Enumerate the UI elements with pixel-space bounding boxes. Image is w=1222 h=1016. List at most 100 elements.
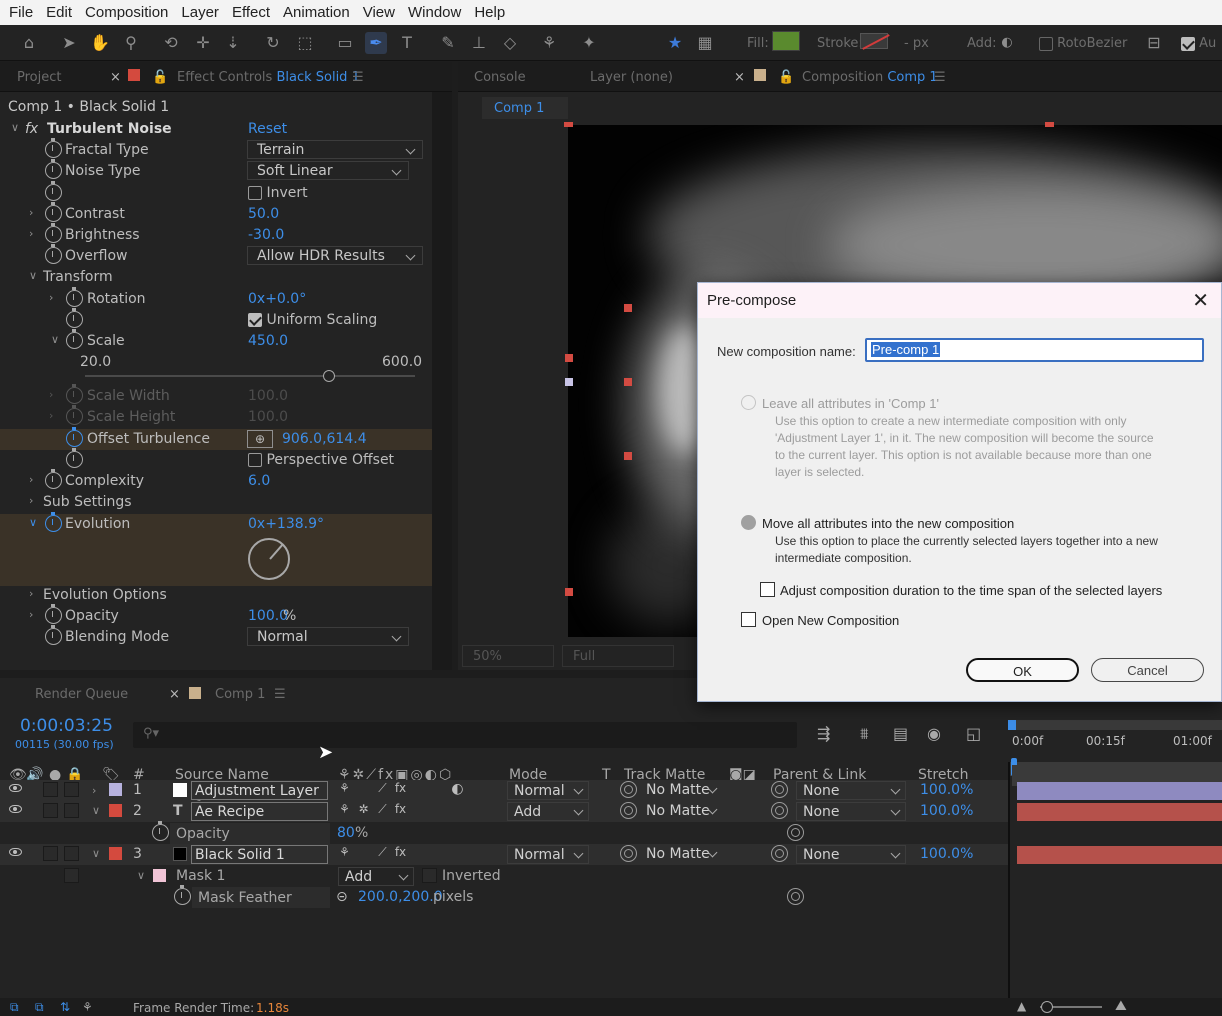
solo-box[interactable] — [43, 803, 58, 818]
hand-tool-icon[interactable]: ✋ — [89, 32, 111, 54]
mask-handle[interactable] — [624, 378, 632, 386]
tab-project[interactable]: Project — [17, 70, 61, 85]
scale-slider-track[interactable] — [85, 375, 415, 377]
zoom-slider-handle[interactable] — [1041, 1001, 1053, 1013]
lock-box[interactable] — [64, 803, 79, 818]
overflow-dropdown[interactable]: Allow HDR Results — [247, 246, 423, 265]
property-pickwhip-icon[interactable] — [787, 824, 804, 841]
eye-icon[interactable] — [9, 805, 22, 813]
pan-camera-icon[interactable]: ✛ — [192, 32, 214, 54]
frame-blending-icon[interactable]: ▤ — [893, 724, 908, 743]
puppet-pin-icon[interactable]: ✦ — [578, 32, 600, 54]
invert-checkbox[interactable]: Invert — [248, 185, 308, 201]
resolution-dropdown[interactable]: Full — [562, 645, 674, 667]
chevron-right-icon[interactable]: › — [49, 388, 53, 401]
chevron-down-icon[interactable]: ∨ — [29, 516, 37, 529]
stretch-value[interactable]: 100.0% — [920, 782, 973, 798]
opacity-prop-value[interactable]: 80 — [337, 825, 355, 841]
mask-handle[interactable] — [565, 588, 573, 596]
chevron-down-icon[interactable]: ∨ — [51, 333, 59, 346]
motion-blur-icon[interactable]: ◉ — [927, 724, 941, 743]
fx-icon[interactable]: fx — [25, 121, 38, 137]
chevron-down-icon[interactable]: ∨ — [11, 121, 19, 134]
link-icon[interactable]: ⊝ — [336, 889, 348, 905]
stopwatch-icon[interactable] — [66, 329, 83, 349]
mask-lock-box[interactable] — [64, 868, 79, 883]
chevron-down-icon[interactable]: ∨ — [92, 847, 100, 860]
layer-label-color[interactable] — [109, 783, 122, 796]
move-attributes-label[interactable]: Move all attributes into the new composi… — [762, 516, 1014, 531]
complexity-value[interactable]: 6.0 — [248, 473, 270, 489]
scale-slider-handle[interactable] — [323, 370, 336, 382]
rotobezier-checkbox[interactable]: RotoBezier — [1039, 36, 1127, 51]
adjust-duration-label[interactable]: Adjust composition duration to the time … — [780, 583, 1162, 598]
parent-dropdown[interactable]: None — [796, 781, 906, 800]
tab-comp-1[interactable]: Comp 1 — [215, 687, 265, 702]
work-area-bar[interactable] — [1010, 720, 1222, 730]
stopwatch-icon[interactable] — [45, 138, 62, 158]
chevron-right-icon[interactable]: › — [29, 227, 33, 240]
pickwhip-icon[interactable] — [620, 845, 637, 862]
chevron-right-icon[interactable]: › — [92, 784, 96, 797]
chevron-right-icon[interactable]: › — [29, 473, 33, 486]
lock-box[interactable] — [64, 846, 79, 861]
scrollbar[interactable] — [432, 92, 452, 670]
evolution-value[interactable]: 0x+138.9° — [248, 516, 324, 532]
menu-effect[interactable]: Effect — [223, 4, 270, 21]
layer-bar[interactable] — [1017, 803, 1222, 821]
solo-box[interactable] — [43, 846, 58, 861]
layer-label-color[interactable] — [109, 804, 122, 817]
mask-handle[interactable] — [624, 452, 632, 460]
mask-handle[interactable] — [1045, 122, 1054, 127]
mask-name[interactable]: Mask 1 — [176, 868, 225, 884]
composition-name-input[interactable]: Pre-comp 1 — [865, 338, 1204, 362]
eraser-tool-icon[interactable]: ◇ — [499, 32, 521, 54]
stopwatch-icon[interactable] — [174, 885, 191, 905]
stopwatch-icon[interactable] — [152, 821, 169, 841]
fx-switch-icon[interactable]: fx — [392, 802, 409, 820]
perspective-offset-checkbox[interactable]: Perspective Offset — [248, 452, 394, 468]
roto-brush-icon[interactable]: ⚘ — [538, 32, 560, 54]
open-new-composition-checkbox[interactable] — [741, 612, 756, 627]
chevron-down-icon[interactable]: ∨ — [137, 869, 145, 882]
fill-swatch[interactable] — [772, 31, 800, 51]
toggle-switches-icon[interactable]: ⧉ — [10, 1000, 19, 1015]
solo-box[interactable] — [43, 782, 58, 797]
zoom-tool-icon[interactable]: ⚲ — [120, 32, 142, 54]
scale-value[interactable]: 450.0 — [248, 333, 288, 349]
home-icon[interactable]: ⌂ — [18, 32, 40, 54]
mask-handle[interactable] — [624, 304, 632, 312]
chevron-down-icon[interactable]: ∨ — [92, 804, 100, 817]
stroke-swatch[interactable] — [860, 33, 888, 49]
composition-flowchart-icon[interactable]: ⇶ — [817, 724, 830, 743]
quality-switch-icon[interactable]: ⟋ — [374, 781, 391, 799]
eye-icon[interactable] — [9, 848, 22, 856]
crosshair-icon[interactable]: ⊕ — [247, 430, 273, 448]
snapping-icon[interactable]: ★ — [664, 32, 686, 54]
clone-stamp-icon[interactable]: ⊥ — [468, 32, 490, 54]
auto-checkbox[interactable]: Au — [1181, 36, 1216, 51]
blend-mode-dropdown[interactable]: Normal — [507, 781, 589, 800]
stopwatch-icon[interactable] — [45, 625, 62, 645]
mask-handle[interactable] — [565, 378, 573, 386]
parent-dropdown[interactable]: None — [796, 845, 906, 864]
parent-pickwhip-icon[interactable] — [771, 802, 788, 819]
layer-name[interactable]: Black Solid 1 — [191, 845, 328, 864]
layer-bar[interactable] — [1017, 782, 1222, 800]
comp-subtab[interactable]: Comp 1 — [482, 97, 568, 119]
collapse-switch-icon[interactable]: ✲ — [355, 802, 372, 820]
search-input[interactable]: ⚲▾ — [133, 722, 797, 748]
fx-switch-icon[interactable]: fx — [392, 845, 409, 863]
add-menu-icon[interactable]: ◐ — [996, 32, 1018, 54]
mask-handle[interactable] — [565, 354, 573, 362]
chevron-right-icon[interactable]: › — [49, 409, 53, 422]
rotation-tool-icon[interactable]: ↻ — [262, 32, 284, 54]
layer-name[interactable]: Ae Recipe — [191, 802, 328, 821]
lock-box[interactable] — [64, 782, 79, 797]
property-pickwhip-icon[interactable] — [787, 888, 804, 905]
layer-bar[interactable] — [1017, 846, 1222, 864]
tab-layer[interactable]: Layer (none) — [590, 70, 673, 85]
lock-icon[interactable]: 🔓 — [152, 70, 168, 85]
stopwatch-icon[interactable] — [45, 604, 62, 624]
parent-dropdown[interactable]: None — [796, 802, 906, 821]
